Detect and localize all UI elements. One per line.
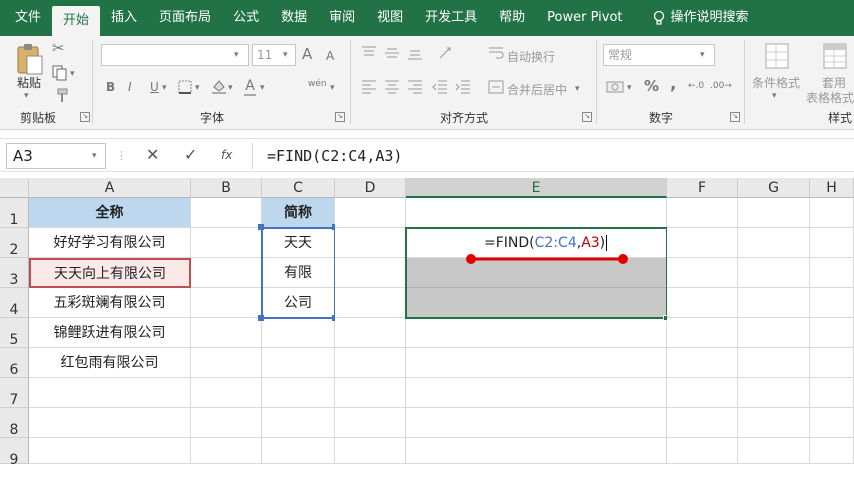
- chevron-down-icon[interactable]: ▾: [700, 47, 705, 63]
- paste-icon[interactable]: [15, 42, 45, 76]
- underline-button[interactable]: U: [150, 79, 159, 95]
- cut-icon[interactable]: ✂: [52, 40, 65, 56]
- styles-group-label: 样式: [828, 111, 853, 125]
- formula-input[interactable]: =FIND(C2:C4,A3): [252, 143, 852, 169]
- wrap-text-icon[interactable]: [488, 46, 504, 60]
- annotation-underline: [466, 254, 628, 264]
- clipboard-group-label: 剪贴板: [20, 111, 57, 125]
- tab-file[interactable]: 文件: [4, 0, 52, 36]
- chevron-down-icon[interactable]: ▾: [772, 88, 777, 104]
- chevron-down-icon[interactable]: ▾: [24, 88, 29, 104]
- name-box[interactable]: A3: [6, 143, 106, 169]
- formula-bar: A3 ▾ ⋮ ✕ ✓ fx =FIND(C2:C4,A3): [0, 138, 854, 172]
- shrink-font-icon[interactable]: A: [326, 48, 334, 64]
- font-size-combo[interactable]: 11: [252, 44, 296, 66]
- separator: [596, 40, 597, 124]
- format-as-table-label-2[interactable]: 表格格式: [806, 89, 854, 106]
- cancel-icon[interactable]: ✕: [146, 147, 159, 163]
- dialog-launcher-icon[interactable]: ↘: [80, 112, 90, 122]
- fill-color-icon[interactable]: [211, 78, 227, 94]
- copy-icon[interactable]: [52, 65, 68, 81]
- borders-icon[interactable]: [178, 80, 192, 94]
- middle-align-icon[interactable]: [384, 46, 400, 60]
- format-as-table-icon[interactable]: [822, 42, 848, 70]
- format-painter-icon[interactable]: [52, 88, 68, 104]
- chevron-down-icon[interactable]: ▾: [195, 80, 200, 96]
- tab-developer[interactable]: 开发工具: [414, 0, 488, 36]
- chevron-down-icon[interactable]: ▾: [283, 47, 288, 63]
- currency-icon[interactable]: [606, 79, 624, 95]
- ribbon-tab-bar: 文件 开始 插入 页面布局 公式 数据 审阅 视图 开发工具 帮助 Power …: [0, 0, 854, 36]
- confirm-icon[interactable]: ✓: [184, 147, 197, 163]
- decrease-indent-icon[interactable]: [432, 80, 448, 94]
- font-name-combo[interactable]: [101, 44, 249, 66]
- chevron-down-icon[interactable]: ▾: [228, 80, 233, 96]
- comma-style-button[interactable]: ,: [670, 76, 676, 93]
- more-options-icon: ⋮: [116, 149, 127, 162]
- merge-center-icon[interactable]: [488, 80, 504, 94]
- chevron-down-icon[interactable]: ▾: [162, 80, 167, 96]
- merge-center-label[interactable]: 合并后居中: [507, 81, 567, 98]
- chevron-down-icon[interactable]: ▾: [627, 80, 632, 96]
- phonetic-icon[interactable]: wén: [308, 76, 327, 92]
- ribbon: 粘贴 ▾ ✂ ▾ 剪贴板 ↘ ▾ 11 ▾ A A B I U ▾ ▾ ▾ A …: [0, 36, 854, 130]
- tab-view[interactable]: 视图: [366, 0, 414, 36]
- chevron-down-icon[interactable]: ▾: [92, 148, 97, 164]
- tab-power-pivot[interactable]: Power Pivot: [536, 0, 633, 36]
- separator: [744, 40, 745, 124]
- insert-function-icon[interactable]: fx: [221, 147, 232, 163]
- align-left-icon[interactable]: [361, 80, 377, 94]
- alignment-group-label: 对齐方式: [440, 111, 489, 125]
- orientation-icon[interactable]: [438, 46, 454, 60]
- top-align-icon[interactable]: [361, 46, 377, 60]
- bottom-align-icon[interactable]: [407, 46, 423, 60]
- chevron-down-icon[interactable]: ▾: [70, 66, 75, 82]
- increase-indent-icon[interactable]: [455, 80, 471, 94]
- chevron-down-icon[interactable]: ▾: [330, 80, 335, 96]
- decrease-decimal-icon[interactable]: .00→: [710, 78, 732, 94]
- tell-me-label: 操作说明搜索: [670, 10, 749, 25]
- tab-formulas[interactable]: 公式: [222, 0, 270, 36]
- dialog-launcher-icon[interactable]: ↘: [730, 112, 740, 122]
- bold-button[interactable]: B: [106, 79, 115, 95]
- number-group-label: 数字: [649, 111, 674, 125]
- number-format-combo[interactable]: 常规: [603, 44, 715, 66]
- wrap-text-label[interactable]: 自动换行: [507, 48, 555, 65]
- lightbulb-icon: [653, 10, 664, 25]
- tab-help[interactable]: 帮助: [488, 0, 536, 36]
- tab-home[interactable]: 开始: [52, 6, 101, 36]
- tab-insert[interactable]: 插入: [100, 0, 148, 36]
- font-group-label: 字体: [200, 111, 225, 125]
- paste-label[interactable]: 粘贴: [17, 74, 41, 91]
- grow-font-icon[interactable]: A: [302, 46, 312, 62]
- chevron-down-icon[interactable]: ▾: [260, 80, 265, 96]
- font-color-icon[interactable]: A: [244, 78, 256, 96]
- separator: [92, 40, 93, 124]
- align-center-icon[interactable]: [384, 80, 400, 94]
- tell-me-search[interactable]: 操作说明搜索: [642, 0, 760, 36]
- tab-page-layout[interactable]: 页面布局: [148, 0, 222, 36]
- tab-review[interactable]: 审阅: [318, 0, 366, 36]
- chevron-down-icon[interactable]: ▾: [234, 47, 239, 63]
- dialog-launcher-icon[interactable]: ↘: [582, 112, 592, 122]
- italic-button[interactable]: I: [128, 79, 132, 95]
- chevron-down-icon[interactable]: ▾: [575, 81, 580, 97]
- increase-decimal-icon[interactable]: ←.0: [688, 78, 704, 94]
- separator: [350, 40, 351, 124]
- worksheet-grid: A B C D E F G H 1 2 3 4 5 6 7 8 9 全称 好好学…: [0, 178, 854, 468]
- conditional-formatting-icon[interactable]: [764, 42, 790, 70]
- tab-data[interactable]: 数据: [270, 0, 318, 36]
- percent-button[interactable]: %: [644, 78, 659, 94]
- dialog-launcher-icon[interactable]: ↘: [335, 112, 345, 122]
- align-right-icon[interactable]: [407, 80, 423, 94]
